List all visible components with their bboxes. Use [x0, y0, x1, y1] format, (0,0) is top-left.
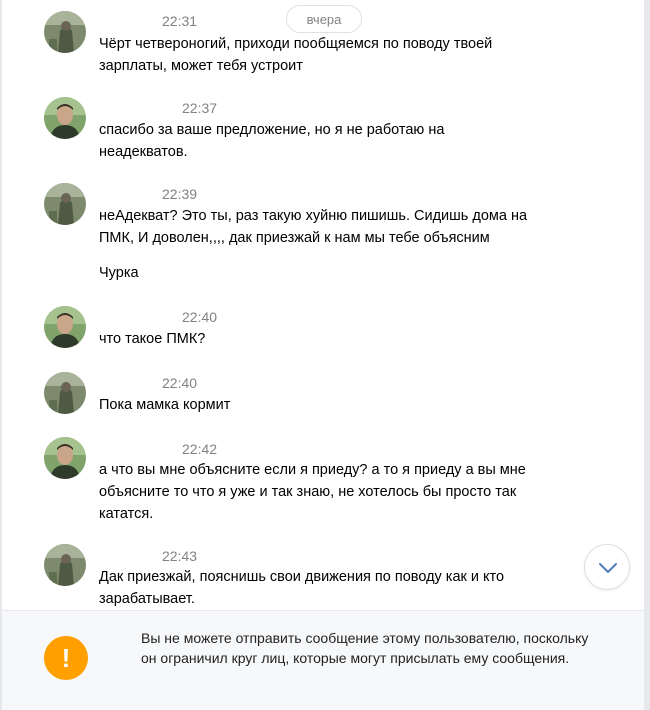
message-time: 22:43: [162, 548, 198, 564]
frame-right-border: [644, 0, 650, 710]
message-text: а что вы мне объясните если я приеду? а …: [99, 462, 526, 522]
message-time: 22:40: [182, 309, 218, 325]
avatar[interactable]: [44, 11, 86, 53]
avatar[interactable]: [44, 372, 86, 414]
blocked-notice-text: Вы не можете отправить сообщение этому п…: [141, 630, 589, 666]
avatar[interactable]: [44, 183, 86, 225]
message-time: 22:42: [182, 441, 218, 457]
message-time: 22:31: [162, 13, 198, 29]
exclamation-icon: !: [44, 636, 88, 680]
message-text: Пока мамка кормит: [99, 397, 231, 413]
message-time: 22:40: [162, 375, 198, 391]
chevron-down-icon: [599, 563, 617, 573]
message-text: спасибо за ваше предложение, но я не раб…: [99, 122, 445, 160]
avatar[interactable]: [44, 437, 86, 479]
avatar[interactable]: [44, 306, 86, 348]
scroll-to-bottom-button[interactable]: [584, 544, 630, 590]
message-text: Дак приезжай, пояснишь свои движения по …: [99, 569, 505, 607]
message-time: 22:37: [182, 100, 218, 116]
message-time: 22:39: [162, 186, 198, 202]
message-history[interactable]: вчера 22:31 Чёрт четвероногий, приходи п…: [0, 0, 644, 610]
message-text: неАдекват? Это ты, раз такую хуйню пишиш…: [99, 208, 528, 246]
avatar[interactable]: [44, 544, 86, 586]
message-text: что такое ПМК?: [99, 331, 206, 347]
composer-blocked-notice: ! Вы не можете отправить сообщение этому…: [2, 610, 644, 710]
exclamation-symbol: !: [61, 643, 71, 673]
date-divider: вчера: [286, 5, 362, 33]
avatar[interactable]: [44, 97, 86, 139]
message-text: Чёрт четвероногий, приходи пообщяемся по…: [99, 36, 493, 74]
message-text: Чурка: [99, 265, 139, 281]
